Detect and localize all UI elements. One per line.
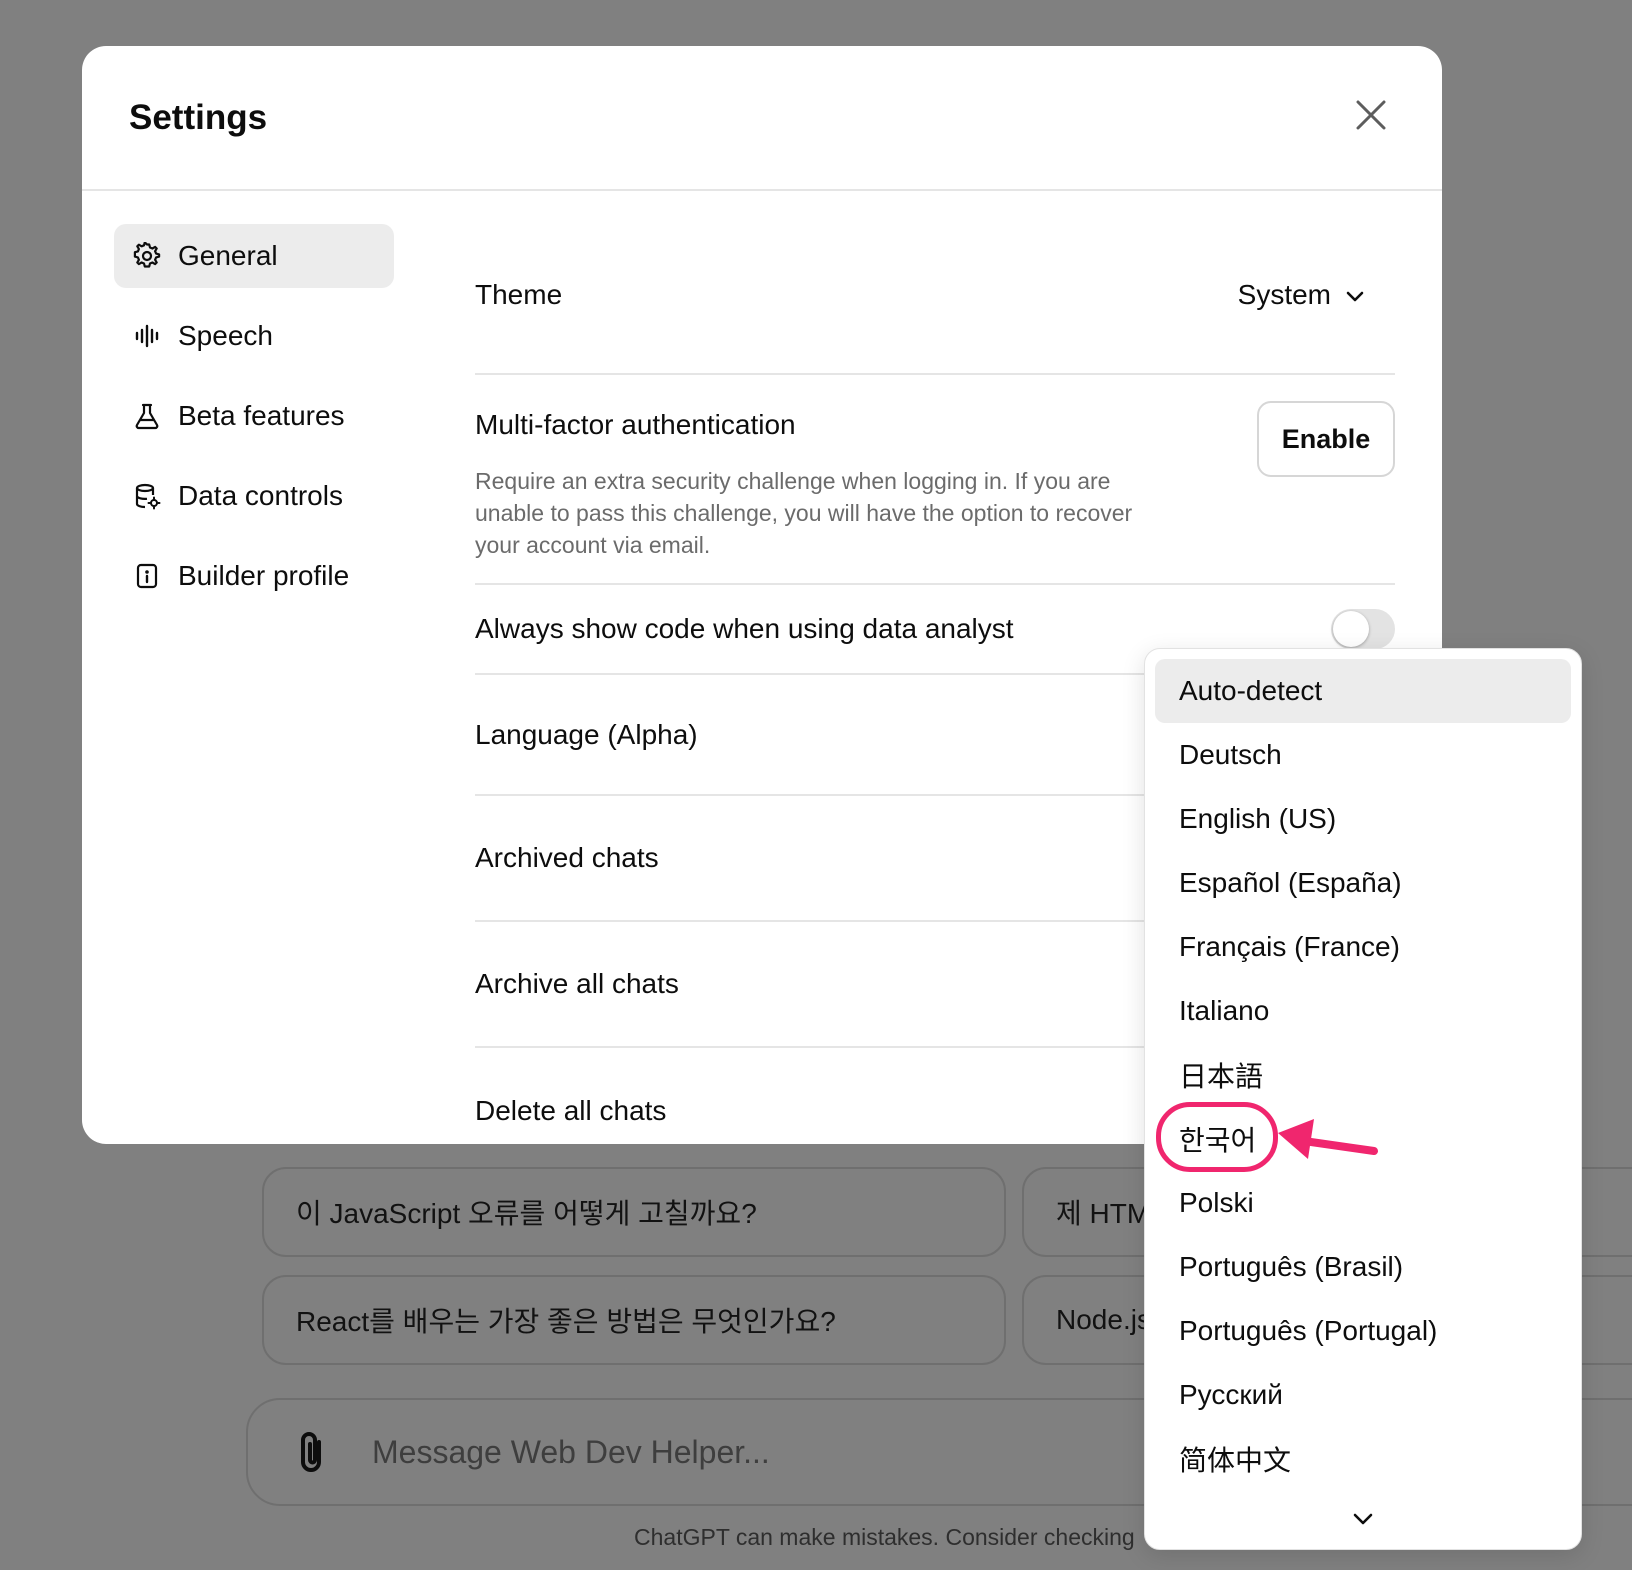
sidebar-item-beta-features[interactable]: Beta features bbox=[114, 384, 394, 448]
sidebar-item-label: Data controls bbox=[178, 480, 343, 511]
mfa-row: Multi-factor authentication Require an e… bbox=[475, 375, 1395, 585]
mfa-label: Multi-factor authentication bbox=[475, 409, 796, 440]
language-option-espanol[interactable]: Español (España) bbox=[1155, 851, 1571, 915]
sidebar-item-speech[interactable]: Speech bbox=[114, 304, 394, 368]
id-badge-icon bbox=[132, 561, 162, 591]
gear-icon bbox=[132, 241, 162, 271]
settings-sidebar: General Speech Beta features Data contro… bbox=[114, 224, 394, 624]
language-option-portugues-portugal[interactable]: Português (Portugal) bbox=[1155, 1299, 1571, 1363]
language-label: Language (Alpha) bbox=[475, 718, 698, 750]
archive-all-label: Archive all chats bbox=[475, 968, 679, 999]
sidebar-item-builder-profile[interactable]: Builder profile bbox=[114, 544, 394, 608]
code-toggle-switch[interactable] bbox=[1331, 609, 1395, 649]
disclaimer-text: ChatGPT can make mistakes. Consider chec… bbox=[634, 1524, 1135, 1550]
delete-all-label: Delete all chats bbox=[475, 1095, 667, 1126]
database-gear-icon bbox=[132, 481, 162, 511]
enable-mfa-button[interactable]: Enable bbox=[1257, 401, 1395, 477]
sidebar-item-label: Beta features bbox=[178, 400, 345, 431]
message-input[interactable] bbox=[372, 1433, 1072, 1471]
paperclip-icon[interactable] bbox=[292, 1432, 332, 1472]
sidebar-item-general[interactable]: General bbox=[114, 224, 394, 288]
modal-title: Settings bbox=[129, 97, 268, 137]
suggestion-card[interactable]: React를 배우는 가장 좋은 방법은 무엇인가요? bbox=[262, 1275, 1006, 1365]
chevron-down-icon bbox=[1345, 279, 1365, 311]
sidebar-item-label: Speech bbox=[178, 320, 273, 351]
flask-icon bbox=[132, 401, 162, 431]
language-option-auto-detect[interactable]: Auto-detect bbox=[1155, 659, 1571, 723]
modal-header: Settings bbox=[82, 46, 1442, 191]
code-toggle-label: Always show code when using data analyst bbox=[475, 613, 1014, 644]
language-option-russian[interactable]: Русский bbox=[1155, 1363, 1571, 1427]
sidebar-item-label: General bbox=[178, 240, 278, 271]
language-option-polski[interactable]: Polski bbox=[1155, 1171, 1571, 1235]
language-option-deutsch[interactable]: Deutsch bbox=[1155, 723, 1571, 787]
mfa-description: Require an extra security challenge when… bbox=[475, 468, 1133, 558]
close-button[interactable] bbox=[1346, 93, 1396, 143]
theme-label: Theme bbox=[475, 278, 563, 310]
language-option-korean[interactable]: 한국어 bbox=[1155, 1107, 1571, 1171]
sidebar-item-data-controls[interactable]: Data controls bbox=[114, 464, 394, 528]
theme-select[interactable]: System bbox=[1238, 279, 1395, 311]
sidebar-item-label: Builder profile bbox=[178, 560, 350, 591]
suggestion-card[interactable]: 이 JavaScript 오류를 어떻게 고칠까요? bbox=[262, 1167, 1006, 1257]
waveform-icon bbox=[132, 321, 162, 351]
language-dropdown: Auto-detect Deutsch English (US) Español… bbox=[1144, 648, 1582, 1550]
archived-chats-label: Archived chats bbox=[475, 842, 659, 873]
language-option-portugues-brasil[interactable]: Português (Brasil) bbox=[1155, 1235, 1571, 1299]
theme-row: Theme System bbox=[475, 224, 1395, 375]
scroll-more-button[interactable] bbox=[1155, 1495, 1571, 1547]
language-option-francais[interactable]: Français (France) bbox=[1155, 915, 1571, 979]
mfa-text: Multi-factor authentication Require an e… bbox=[475, 401, 1175, 561]
theme-value: System bbox=[1237, 278, 1331, 310]
chevron-down-icon bbox=[1352, 1512, 1374, 1531]
close-icon bbox=[1355, 99, 1387, 136]
language-option-japanese[interactable]: 日本語 bbox=[1155, 1043, 1571, 1107]
toggle-knob bbox=[1333, 611, 1369, 647]
language-option-italiano[interactable]: Italiano bbox=[1155, 979, 1571, 1043]
language-option-simplified-chinese[interactable]: 简体中文 bbox=[1155, 1427, 1571, 1491]
language-option-english-us[interactable]: English (US) bbox=[1155, 787, 1571, 851]
